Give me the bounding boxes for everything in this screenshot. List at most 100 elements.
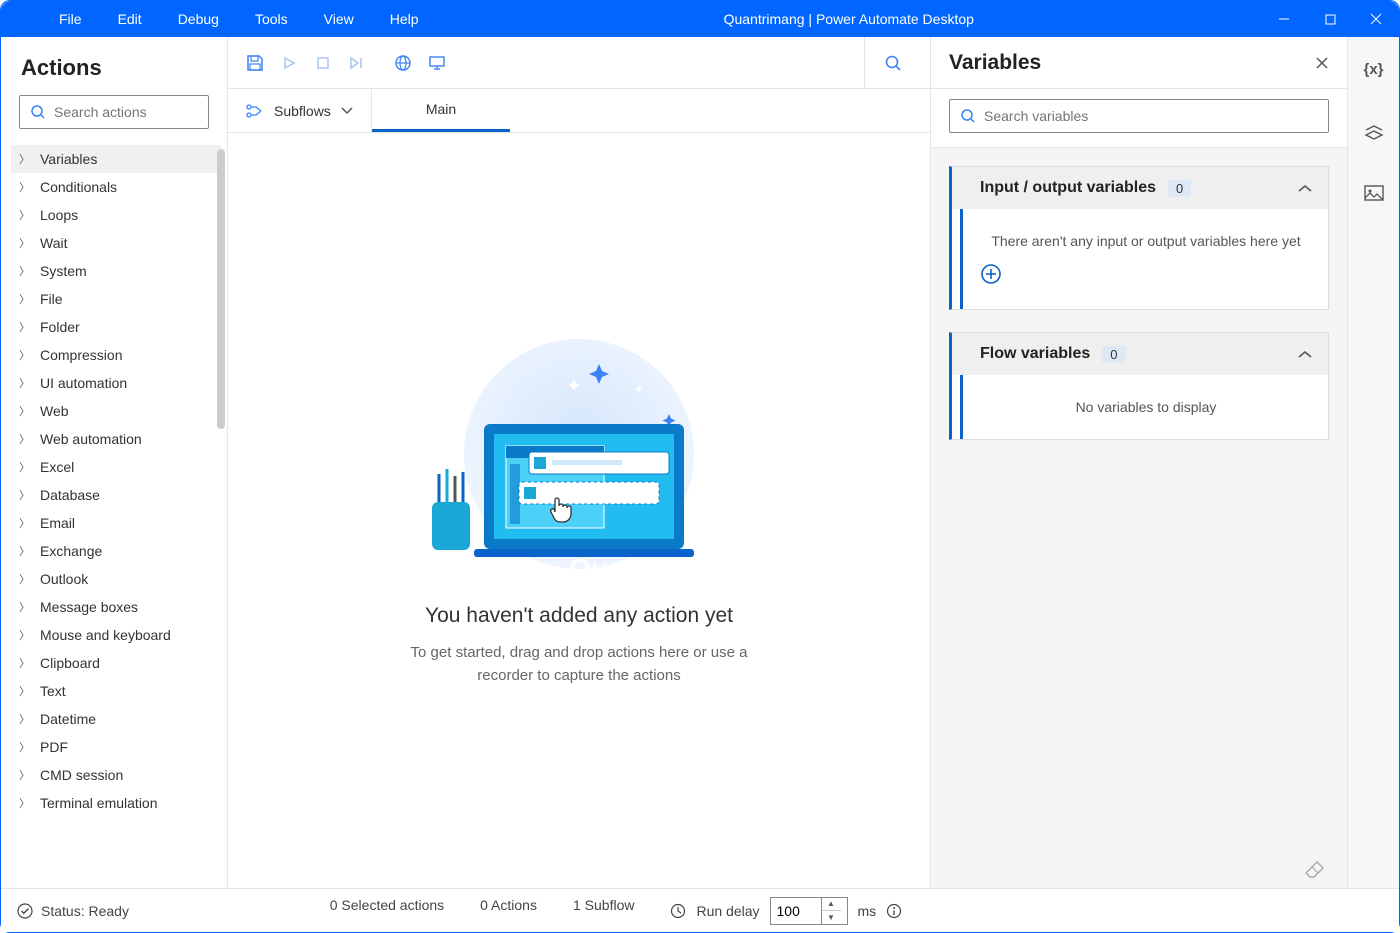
- actions-list[interactable]: 〉Variables〉Conditionals〉Loops〉Wait〉Syste…: [1, 141, 227, 888]
- chevron-right-icon: 〉: [19, 655, 30, 671]
- action-category-system[interactable]: 〉 System: [11, 257, 221, 285]
- variables-rail-button[interactable]: {x}: [1356, 51, 1392, 87]
- menu-item-tools[interactable]: Tools: [237, 3, 306, 35]
- menu-item-file[interactable]: File: [41, 3, 100, 35]
- close-variables-button[interactable]: [1315, 56, 1329, 70]
- flow-variables-header[interactable]: Flow variables 0: [952, 333, 1328, 375]
- io-variables-title: Input / output variables: [980, 179, 1156, 197]
- action-category-ui-automation[interactable]: 〉UI automation: [11, 369, 221, 397]
- variables-search[interactable]: [949, 99, 1329, 133]
- chevron-right-icon: 〉: [19, 319, 30, 335]
- info-icon[interactable]: [886, 903, 902, 919]
- images-rail-button[interactable]: [1356, 175, 1392, 211]
- action-category-web[interactable]: 〉Web: [11, 397, 221, 425]
- scrollbar-thumb[interactable]: [217, 149, 225, 429]
- menu-item-debug[interactable]: Debug: [160, 3, 237, 35]
- action-category-mouse-and-keyboard[interactable]: 〉Mouse and keyboard: [11, 621, 221, 649]
- eraser-button[interactable]: [1305, 860, 1325, 878]
- chevron-right-icon: 〉: [19, 151, 30, 167]
- designer-canvas[interactable]: Quantrimang.com You haven't added any ac…: [228, 133, 930, 888]
- chevron-up-icon: [1298, 184, 1312, 193]
- web-recorder-button[interactable]: [386, 46, 420, 80]
- actions-search-input[interactable]: [54, 104, 235, 120]
- chevron-right-icon: 〉: [19, 431, 30, 447]
- stop-button[interactable]: [306, 46, 340, 80]
- subflows-icon: [246, 104, 264, 118]
- action-category-pdf[interactable]: 〉PDF: [11, 733, 221, 761]
- designer-search-button[interactable]: [864, 37, 920, 89]
- action-category-terminal-emulation[interactable]: 〉Terminal emulation: [11, 789, 221, 817]
- chevron-right-icon: 〉: [19, 375, 30, 391]
- designer-panel: Subflows Main: [228, 37, 931, 888]
- save-button[interactable]: [238, 46, 272, 80]
- run-delay-spinbox[interactable]: ▲ ▼: [770, 897, 848, 925]
- action-category-folder[interactable]: 〉Folder: [11, 313, 221, 341]
- action-category-compression[interactable]: 〉Compression: [11, 341, 221, 369]
- chevron-right-icon: 〉: [19, 403, 30, 419]
- spin-up-button[interactable]: ▲: [822, 898, 841, 911]
- menu-item-edit[interactable]: Edit: [100, 3, 160, 35]
- action-category-conditionals[interactable]: 〉Conditionals: [11, 173, 221, 201]
- action-category-label: Conditionals: [40, 179, 117, 195]
- spin-down-button[interactable]: ▼: [822, 911, 841, 924]
- action-category-text[interactable]: 〉Text: [11, 677, 221, 705]
- action-category-exchange[interactable]: 〉 Exchange: [11, 537, 221, 565]
- action-category-label: Web automation: [40, 431, 142, 447]
- status-selected: 0 Selected actions: [330, 897, 444, 925]
- add-io-variable-button[interactable]: [980, 263, 1312, 285]
- chevron-right-icon: 〉: [19, 543, 30, 559]
- action-category-variables[interactable]: 〉Variables: [11, 145, 221, 173]
- ui-elements-rail-button[interactable]: [1356, 113, 1392, 149]
- close-button[interactable]: [1353, 1, 1399, 37]
- action-category-label: Loops: [40, 207, 78, 223]
- action-category-database[interactable]: 〉Database: [11, 481, 221, 509]
- action-category-outlook[interactable]: 〉Outlook: [11, 565, 221, 593]
- action-category-label: Mouse and keyboard: [40, 627, 171, 643]
- maximize-button[interactable]: [1307, 1, 1353, 37]
- action-category-label: CMD session: [40, 767, 123, 783]
- io-variables-count: 0: [1168, 180, 1191, 197]
- desktop-recorder-button[interactable]: [420, 46, 454, 80]
- chevron-right-icon: 〉: [19, 487, 30, 503]
- chevron-right-icon: 〉: [19, 347, 30, 363]
- action-category-loops[interactable]: 〉 Loops: [11, 201, 221, 229]
- action-category-label: Text: [40, 683, 66, 699]
- empty-state-subtitle: To get started, drag and drop actions he…: [389, 642, 769, 687]
- action-category-label: File: [40, 291, 63, 307]
- menu-bar: FileEditDebugToolsViewHelp: [41, 3, 437, 35]
- run-delay-label: Run delay: [696, 903, 759, 919]
- subflows-dropdown[interactable]: Subflows: [228, 89, 372, 132]
- run-button[interactable]: [272, 46, 306, 80]
- action-category-label: Exchange: [40, 543, 102, 559]
- search-icon: [960, 108, 976, 124]
- variables-search-input[interactable]: [984, 108, 1318, 124]
- tab-main[interactable]: Main: [372, 89, 510, 132]
- action-category-label: Email: [40, 515, 75, 531]
- action-category-cmd-session[interactable]: 〉 CMD session: [11, 761, 221, 789]
- flow-variables-section: Flow variables 0 No variables to display: [949, 332, 1329, 440]
- step-button[interactable]: [340, 46, 374, 80]
- io-variables-header[interactable]: Input / output variables 0: [952, 167, 1328, 209]
- status-check-icon: [17, 903, 33, 919]
- action-category-email[interactable]: 〉Email: [11, 509, 221, 537]
- action-category-label: Terminal emulation: [40, 795, 158, 811]
- action-category-clipboard[interactable]: 〉Clipboard: [11, 649, 221, 677]
- chevron-right-icon: 〉: [19, 263, 30, 279]
- io-variables-section: Input / output variables 0 There aren't …: [949, 166, 1329, 310]
- action-category-web-automation[interactable]: 〉 Web automation: [11, 425, 221, 453]
- action-category-message-boxes[interactable]: 〉Message boxes: [11, 593, 221, 621]
- menu-item-view[interactable]: View: [306, 3, 372, 35]
- actions-search[interactable]: [19, 95, 209, 129]
- action-category-wait[interactable]: 〉Wait: [11, 229, 221, 257]
- chevron-right-icon: 〉: [19, 207, 30, 223]
- action-category-label: Excel: [40, 459, 74, 475]
- action-category-label: System: [40, 263, 87, 279]
- tabs-row: Subflows Main: [228, 89, 930, 133]
- menu-item-help[interactable]: Help: [372, 3, 437, 35]
- action-category-file[interactable]: 〉File: [11, 285, 221, 313]
- chevron-right-icon: 〉: [19, 767, 30, 783]
- action-category-excel[interactable]: 〉Excel: [11, 453, 221, 481]
- run-delay-input[interactable]: [771, 903, 821, 919]
- action-category-datetime[interactable]: 〉Datetime: [11, 705, 221, 733]
- minimize-button[interactable]: [1261, 1, 1307, 37]
